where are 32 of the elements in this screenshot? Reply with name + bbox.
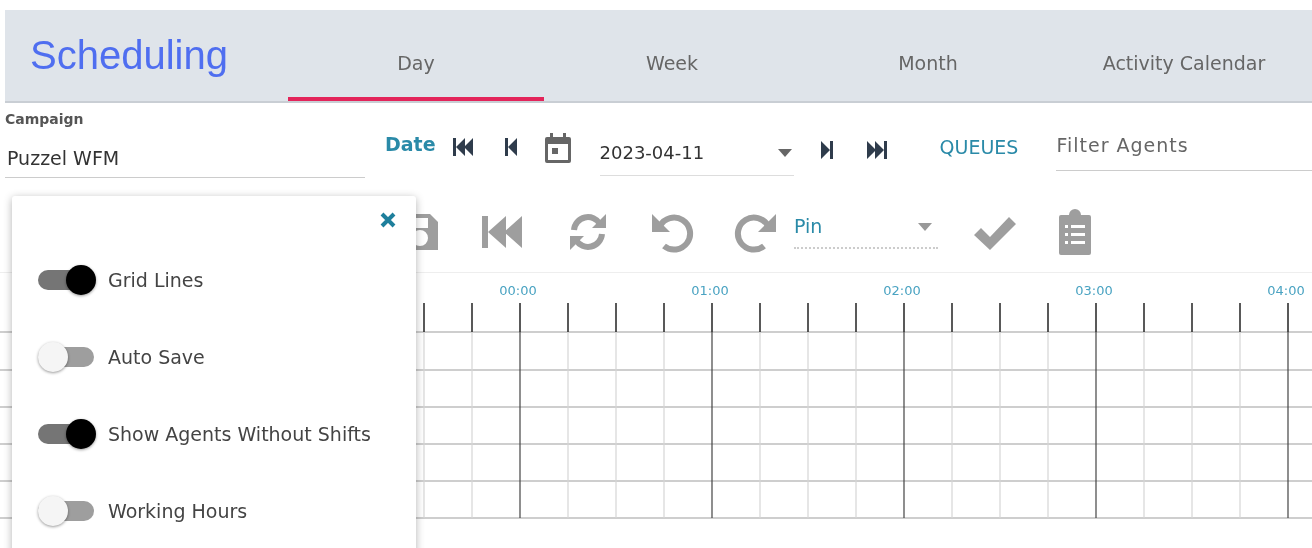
app-title: Scheduling: [29, 33, 229, 78]
calendar-icon[interactable]: [543, 132, 572, 164]
caret-icon: [918, 222, 932, 231]
toggle-label: Grid Lines: [108, 269, 204, 291]
tab[interactable]: Month: [800, 10, 1056, 101]
time-label: 04:00: [1267, 283, 1305, 298]
toggle-switch[interactable]: [38, 419, 96, 449]
toggle-label: Working Hours: [108, 500, 248, 522]
caret-icon: [777, 148, 792, 157]
toggle-switch[interactable]: [38, 496, 96, 526]
next-icon[interactable]: [819, 140, 834, 160]
queues-button[interactable]: QUEUES: [939, 136, 1019, 158]
first-page-icon[interactable]: [451, 137, 476, 157]
tab[interactable]: Week: [544, 10, 800, 101]
tab[interactable]: Activity Calendar: [1056, 10, 1312, 101]
previous-icon[interactable]: [503, 137, 518, 157]
time-label: 00:00: [499, 283, 537, 298]
date-label: Date: [385, 133, 436, 155]
toggle-label: Show Agents Without Shifts: [108, 423, 371, 445]
time-label: 01:00: [691, 283, 729, 298]
campaign-field[interactable]: Puzzel WFM: [5, 147, 365, 178]
time-label: 03:00: [1075, 283, 1113, 298]
field-label: Campaign: [5, 111, 84, 127]
date-field[interactable]: 2023-04-11: [599, 130, 794, 176]
toggle-label: Auto Save: [108, 346, 205, 368]
time-label: 02:00: [883, 283, 921, 298]
toggle-switch[interactable]: [38, 265, 96, 295]
tab[interactable]: Day: [288, 10, 544, 101]
clipboard-icon[interactable]: [1058, 208, 1092, 255]
close-icon[interactable]: [380, 212, 396, 228]
toggle-switch[interactable]: [38, 342, 96, 372]
pin-select[interactable]: Pin: [794, 214, 938, 249]
